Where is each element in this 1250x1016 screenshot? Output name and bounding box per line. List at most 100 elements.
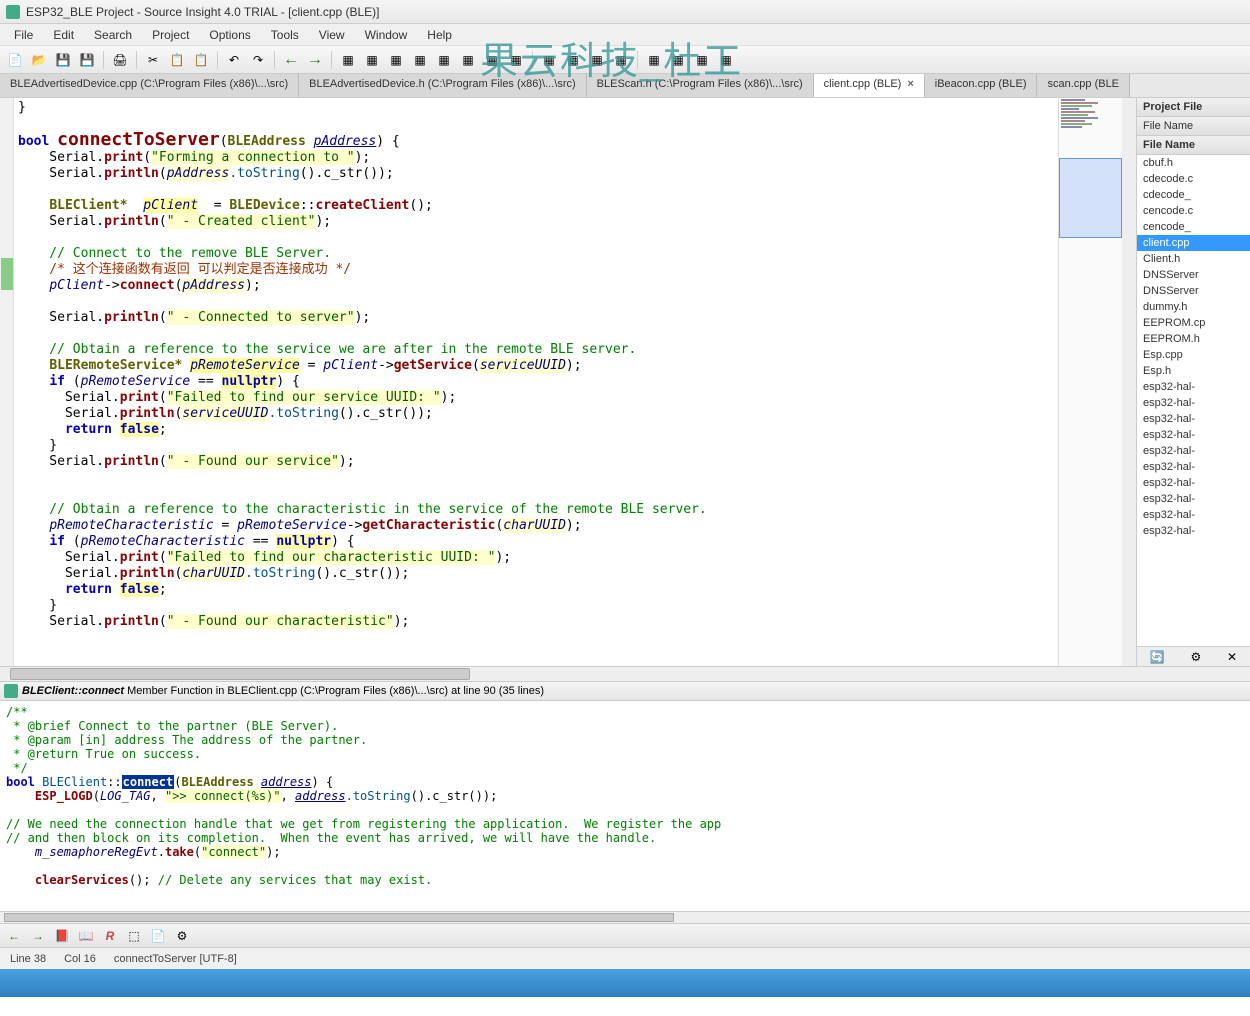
separator (136, 51, 137, 69)
refresh-icon[interactable]: 🔄 (1150, 650, 1165, 664)
context-desc: Member Function in BLEClient.cpp (C:\Pro… (127, 685, 544, 697)
menu-help[interactable]: Help (417, 25, 462, 45)
file-row[interactable]: esp32-hal- (1137, 427, 1250, 443)
tool-button[interactable]: ▦ (538, 49, 560, 71)
tab-blescan-h[interactable]: BLEScan.h (C:\Program Files (x86)\...\sr… (587, 74, 814, 97)
menu-search[interactable]: Search (84, 25, 142, 45)
close-icon[interactable]: ✕ (1227, 650, 1237, 664)
file-row[interactable]: EEPROM.cp (1137, 315, 1250, 331)
overview-viewport[interactable] (1059, 158, 1122, 238)
tool-button[interactable]: ▦ (385, 49, 407, 71)
menu-options[interactable]: Options (199, 25, 260, 45)
file-row[interactable]: esp32-hal- (1137, 523, 1250, 539)
menu-edit[interactable]: Edit (43, 25, 84, 45)
file-row[interactable]: esp32-hal- (1137, 459, 1250, 475)
tool-button[interactable]: ▦ (691, 49, 713, 71)
save-button[interactable]: 💾 (52, 49, 74, 71)
doc-icon[interactable]: 📄 (148, 926, 168, 946)
open-button[interactable]: 📂 (28, 49, 50, 71)
close-icon[interactable]: × (907, 78, 913, 90)
scrollbar-thumb[interactable] (10, 668, 470, 680)
context-hscrollbar[interactable] (0, 911, 1250, 923)
file-row[interactable]: EEPROM.h (1137, 331, 1250, 347)
print-button[interactable]: 🖨 (109, 49, 131, 71)
forward-button[interactable]: → (304, 49, 326, 71)
scrollbar-thumb[interactable] (4, 913, 674, 922)
statusbar: Line 38 Col 16 connectToServer [UTF-8] (0, 947, 1250, 969)
file-row[interactable]: esp32-hal- (1137, 411, 1250, 427)
file-row[interactable]: Client.h (1137, 251, 1250, 267)
nav-back-button[interactable]: ← (4, 926, 24, 946)
copy-button[interactable]: 📋 (166, 49, 188, 71)
file-row[interactable]: Esp.cpp (1137, 347, 1250, 363)
gear-icon[interactable]: ⚙ (172, 926, 192, 946)
tab-scan-cpp[interactable]: scan.cpp (BLE (1037, 74, 1130, 97)
file-row[interactable]: esp32-hal- (1137, 379, 1250, 395)
save-all-button[interactable]: 💾 (76, 49, 98, 71)
file-row[interactable]: esp32-hal- (1137, 491, 1250, 507)
undo-button[interactable]: ↶ (223, 49, 245, 71)
tab-client-cpp[interactable]: client.cpp (BLE)× (814, 74, 925, 97)
cut-button[interactable]: ✂ (142, 49, 164, 71)
editor-wrap: } bool connectToServer(BLEAddress pAddre… (0, 98, 1136, 666)
tool-button[interactable]: ▦ (715, 49, 737, 71)
code-editor[interactable]: } bool connectToServer(BLEAddress pAddre… (14, 98, 1058, 666)
redo-button[interactable]: ↷ (247, 49, 269, 71)
book-icon[interactable]: 📕 (52, 926, 72, 946)
file-row[interactable]: cdecode_ (1137, 187, 1250, 203)
menu-project[interactable]: Project (142, 25, 199, 45)
nav-fwd-button[interactable]: → (28, 926, 48, 946)
editor-hscrollbar[interactable] (0, 666, 1250, 681)
file-row[interactable]: esp32-hal- (1137, 395, 1250, 411)
tool-button[interactable]: ▦ (457, 49, 479, 71)
new-button[interactable]: 📄 (4, 49, 26, 71)
tool-button[interactable]: ▦ (481, 49, 503, 71)
tool-button[interactable]: ▦ (562, 49, 584, 71)
menu-tools[interactable]: Tools (261, 25, 309, 45)
file-row[interactable]: cbuf.h (1137, 155, 1250, 171)
sidebar-header-filename2[interactable]: File Name (1137, 136, 1250, 155)
relation-icon[interactable]: R (100, 926, 120, 946)
back-button[interactable]: ← (280, 49, 302, 71)
tool-button[interactable]: ▦ (361, 49, 383, 71)
tool-button[interactable]: ▦ (586, 49, 608, 71)
tool-button[interactable]: ▦ (337, 49, 359, 71)
menu-file[interactable]: File (4, 25, 43, 45)
gutter (0, 98, 14, 666)
toolbar: 📄 📂 💾 💾 🖨 ✂ 📋 📋 ↶ ↷ ← → ▦ ▦ ▦ ▦ ▦ ▦ ▦ ▦ … (0, 46, 1250, 74)
file-row[interactable]: client.cpp (1137, 235, 1250, 251)
file-row[interactable]: dummy.h (1137, 299, 1250, 315)
separator (331, 51, 332, 69)
overview-strip[interactable] (1058, 98, 1136, 666)
sidebar-bottom-toolbar: 🔄 ⚙ ✕ (1137, 646, 1250, 666)
file-row[interactable]: esp32-hal- (1137, 475, 1250, 491)
file-row[interactable]: esp32-hal- (1137, 443, 1250, 459)
tool-button[interactable]: ▦ (409, 49, 431, 71)
tab-ibeacon-cpp[interactable]: iBeacon.cpp (BLE) (925, 74, 1038, 97)
overview-scrollbar[interactable] (1122, 98, 1136, 666)
tab-bleadvdevice-cpp[interactable]: BLEAdvertisedDevice.cpp (C:\Program File… (0, 74, 299, 97)
file-row[interactable]: cencode.c (1137, 203, 1250, 219)
menu-window[interactable]: Window (355, 25, 418, 45)
file-row[interactable]: DNSServer (1137, 267, 1250, 283)
menu-view[interactable]: View (309, 25, 355, 45)
tool-button[interactable]: ▦ (643, 49, 665, 71)
tab-bleadvdevice-h[interactable]: BLEAdvertisedDevice.h (C:\Program Files … (299, 74, 587, 97)
paste-button[interactable]: 📋 (190, 49, 212, 71)
file-row[interactable]: esp32-hal- (1137, 507, 1250, 523)
tool-button[interactable]: ▦ (433, 49, 455, 71)
file-row[interactable]: cencode_ (1137, 219, 1250, 235)
gear-icon[interactable]: ⚙ (1191, 650, 1202, 664)
book-open-icon[interactable]: 📖 (76, 926, 96, 946)
tool-button[interactable]: ▦ (610, 49, 632, 71)
status-function: connectToServer [UTF-8] (114, 953, 237, 965)
context-code[interactable]: /** * @brief Connect to the partner (BLE… (0, 701, 1250, 911)
file-row[interactable]: DNSServer (1137, 283, 1250, 299)
file-row[interactable]: cdecode.c (1137, 171, 1250, 187)
separator (532, 51, 533, 69)
file-row[interactable]: Esp.h (1137, 363, 1250, 379)
tool-button[interactable]: ▦ (667, 49, 689, 71)
tool-button[interactable]: ▦ (505, 49, 527, 71)
context-symbol: BLEClient::connect (22, 685, 124, 697)
outline-icon[interactable]: ⬚ (124, 926, 144, 946)
